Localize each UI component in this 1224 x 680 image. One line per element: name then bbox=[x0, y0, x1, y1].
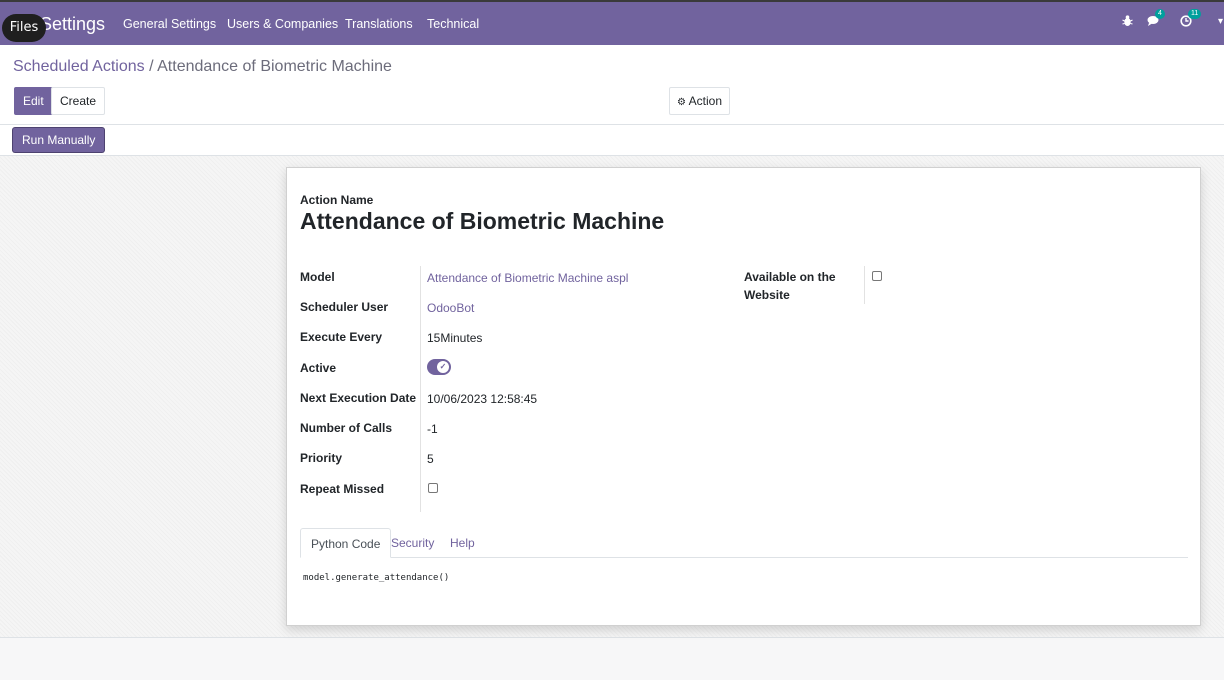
messages-count-badge: 4 bbox=[1155, 9, 1165, 19]
action-button-label: Action bbox=[688, 94, 722, 108]
model-label: Model bbox=[300, 270, 335, 284]
number-of-calls-label: Number of Calls bbox=[300, 421, 393, 435]
files-tooltip: Files bbox=[2, 14, 46, 42]
control-panel: Scheduled Actions / Attendance of Biomet… bbox=[0, 45, 1224, 125]
active-toggle[interactable]: ✓ bbox=[427, 359, 451, 375]
action-name-title[interactable]: Attendance of Biometric Machine bbox=[300, 208, 664, 235]
tab-security[interactable]: Security bbox=[381, 528, 444, 558]
repeat-missed-label: Repeat Missed bbox=[300, 482, 385, 496]
check-icon: ✓ bbox=[437, 361, 449, 373]
create-button[interactable]: Create bbox=[51, 87, 106, 115]
debug-bug-icon[interactable] bbox=[1122, 15, 1133, 30]
form-sheet: Action Name Attendance of Biometric Mach… bbox=[286, 167, 1201, 626]
scheduler-user-value[interactable]: OdooBot bbox=[427, 301, 474, 315]
menu-general-settings[interactable]: General Settings bbox=[123, 17, 216, 31]
available-website-label-line2: Website bbox=[744, 288, 790, 302]
execute-every-value: 15Minutes bbox=[427, 331, 483, 345]
top-navbar: Settings General Settings Users & Compan… bbox=[0, 0, 1224, 45]
repeat-missed-checkbox[interactable] bbox=[428, 483, 438, 493]
breadcrumb: Scheduled Actions / Attendance of Biomet… bbox=[13, 58, 392, 76]
priority-value: 5 bbox=[427, 452, 434, 466]
activities-count-badge: 11 bbox=[1188, 9, 1202, 19]
action-button[interactable]: ⚙ Action bbox=[669, 87, 730, 115]
next-execution-value: 10/06/2023 12:58:45 bbox=[427, 392, 538, 406]
tab-help[interactable]: Help bbox=[440, 528, 485, 558]
action-name-label: Action Name bbox=[300, 193, 374, 207]
gear-icon: ⚙ bbox=[677, 97, 686, 108]
model-value[interactable]: Attendance of Biometric Machine aspl bbox=[427, 271, 628, 285]
menu-users-companies[interactable]: Users & Companies bbox=[227, 17, 338, 31]
menu-technical[interactable]: Technical bbox=[427, 17, 479, 31]
execute-every-label: Execute Every bbox=[300, 330, 383, 344]
python-code-editor[interactable]: model.generate_attendance() bbox=[303, 573, 449, 583]
notebook-tabs: Python Code Security Help bbox=[300, 528, 1188, 558]
available-website-checkbox[interactable] bbox=[872, 271, 882, 281]
active-label: Active bbox=[300, 361, 337, 375]
messages-chat-icon[interactable]: 4 bbox=[1147, 9, 1165, 30]
breadcrumb-scheduled-actions[interactable]: Scheduled Actions bbox=[13, 58, 145, 75]
scheduler-user-label: Scheduler User bbox=[300, 300, 389, 314]
activities-clock-icon[interactable]: 11 bbox=[1180, 9, 1202, 30]
tab-python-code[interactable]: Python Code bbox=[300, 528, 392, 558]
website-label-divider bbox=[864, 266, 865, 304]
available-website-label-line1: Available on the bbox=[744, 270, 836, 284]
label-divider bbox=[420, 266, 421, 512]
priority-label: Priority bbox=[300, 451, 343, 465]
statusbar: Run Manually bbox=[0, 125, 1224, 156]
app-title[interactable]: Settings bbox=[40, 14, 105, 35]
next-execution-label: Next Execution Date bbox=[300, 391, 417, 405]
breadcrumb-separator: / bbox=[149, 58, 154, 75]
breadcrumb-current: Attendance of Biometric Machine bbox=[157, 58, 392, 75]
chevron-down-icon[interactable]: ▾ bbox=[1218, 16, 1223, 27]
menu-translations[interactable]: Translations bbox=[345, 17, 413, 31]
run-manually-button[interactable]: Run Manually bbox=[13, 128, 105, 152]
edit-button[interactable]: Edit bbox=[14, 87, 53, 115]
number-of-calls-value: -1 bbox=[427, 422, 438, 436]
